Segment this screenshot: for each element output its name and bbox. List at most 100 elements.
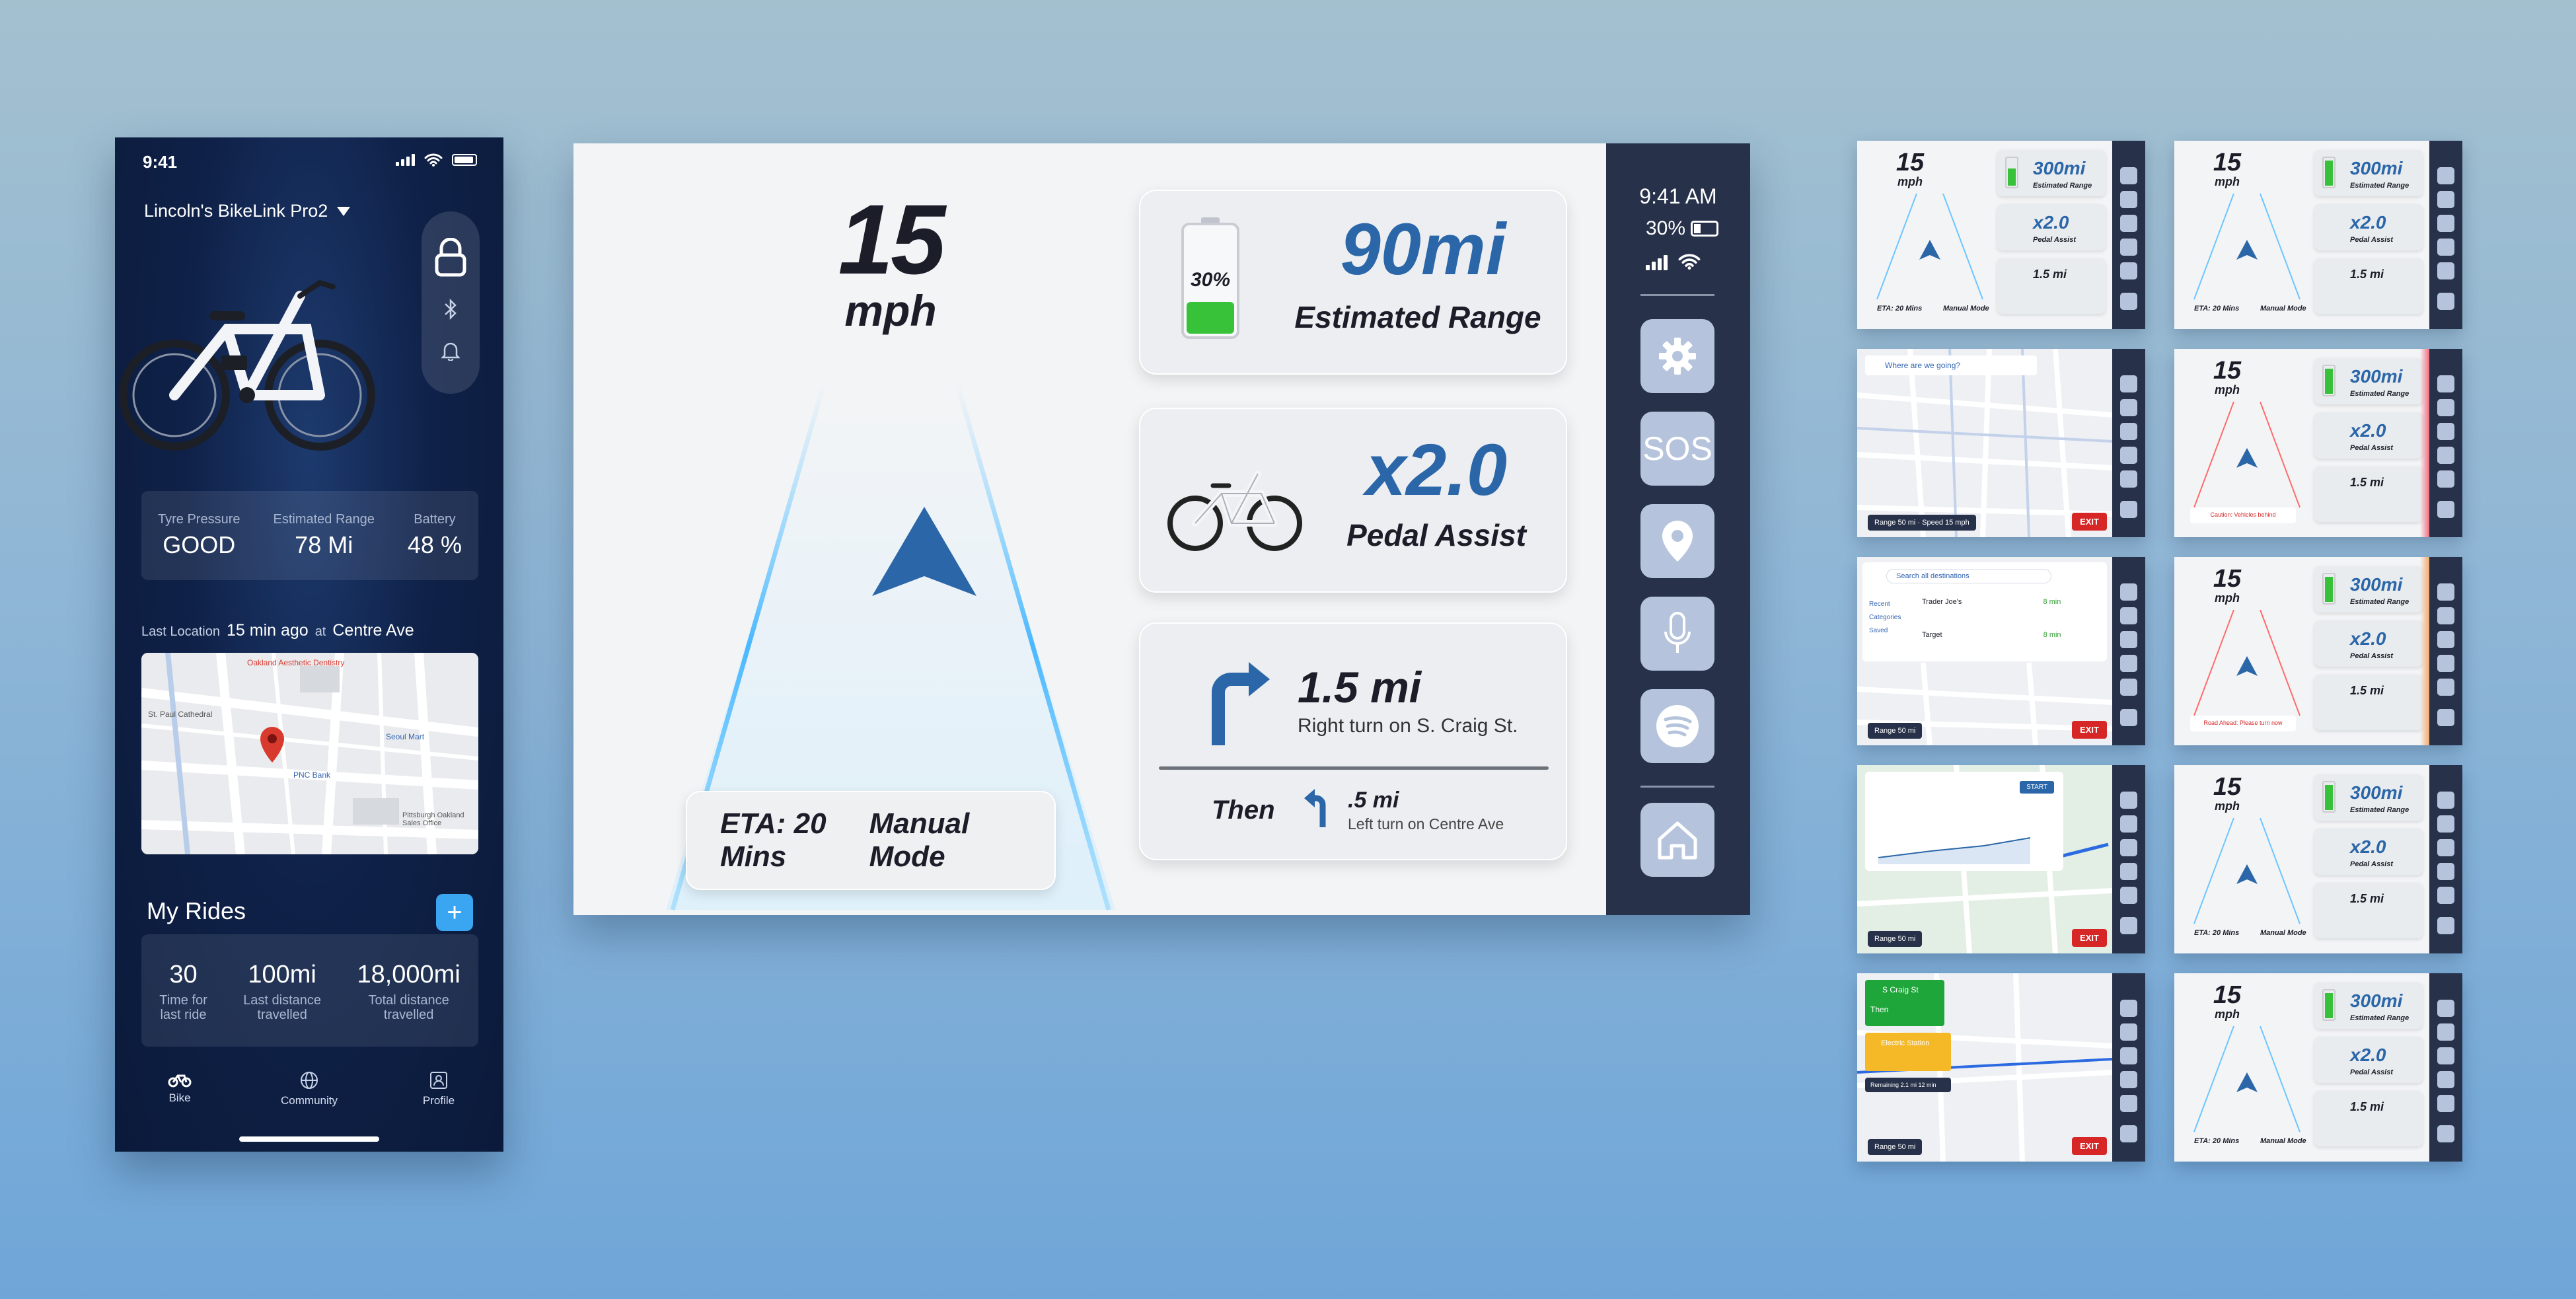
thumb-speed-pill: Speed 15 mph xyxy=(1922,519,1969,527)
thumb-turn-card: S Craig St Then xyxy=(1865,980,1944,1026)
elevation-chart xyxy=(1878,837,2031,864)
status-time: 9:41 xyxy=(143,152,178,172)
bell-icon[interactable] xyxy=(441,341,460,361)
bike-stats-card: Tyre Pressure GOOD Estimated Range 78 Mi B… xyxy=(141,491,478,580)
thumb-range-value: 300mi xyxy=(2350,782,2403,803)
location-map[interactable]: Oakland Aesthetic Dentistry St. Paul Cat… xyxy=(141,653,478,854)
screen-thumbnail[interactable]: 15 mph ETA: 20 Mins Manual Mode 300mi Esti… xyxy=(2174,973,2462,1162)
ride-label-line2: last ride xyxy=(160,1008,207,1022)
pedal-assist-card[interactable]: x2.0 Pedal Assist xyxy=(1139,408,1567,593)
tab-bar: Bike Community Profile xyxy=(115,1070,503,1107)
bike-selector[interactable]: Lincoln's BikeLink Pro2 xyxy=(144,201,351,221)
my-rides-title: My Rides xyxy=(147,897,246,924)
ride-label-line1: Time for xyxy=(159,993,207,1008)
thumb-assist-label: Pedal Assist xyxy=(2350,444,2394,452)
screen-thumbnail[interactable]: 15 mph Road Ahead: Please turn now 300mi E… xyxy=(2174,557,2462,745)
caret-down-icon xyxy=(337,206,351,216)
left-turn-arrow-icon xyxy=(1304,789,1326,827)
battery-gauge-icon xyxy=(2005,157,2018,188)
destination-eta: 8 min xyxy=(2043,631,2061,639)
next-distance: .5 mi xyxy=(1348,788,1399,813)
thumb-assist-card: x2.0 Pedal Assist xyxy=(1997,204,2106,250)
thumb-nav-distance: 1.5 mi xyxy=(2350,268,2384,281)
thumb-nav-card: 1.5 mi xyxy=(2314,883,2423,938)
sos-button[interactable]: SOS xyxy=(1640,412,1714,486)
thumb-assist-card: x2.0 Pedal Assist xyxy=(2314,620,2423,667)
screen-thumbnail[interactable]: 15 mph ETA: 20 Mins Manual Mode 300mi Esti… xyxy=(2174,141,2462,329)
category-item[interactable]: Categories xyxy=(1869,611,1901,624)
thumb-road-graphic xyxy=(1876,194,1983,300)
settings-button[interactable] xyxy=(1640,319,1714,393)
globe-icon xyxy=(301,1072,318,1089)
thumb-nav-distance: 1.5 mi xyxy=(2033,268,2067,281)
cellular-signal-icon xyxy=(396,154,415,166)
screen-thumbnail[interactable]: Where are we going? Range 50 mi · Speed … xyxy=(1857,349,2145,537)
tab-profile[interactable]: Profile xyxy=(392,1070,485,1107)
home-indicator xyxy=(239,1136,379,1142)
battery-percent: 30% xyxy=(1190,269,1231,291)
thumb-exit-button[interactable]: EXIT xyxy=(2072,1137,2107,1155)
screen-thumbnail[interactable]: S Craig St Then Electric Station Remainin… xyxy=(1857,973,2145,1162)
thumb-turn-by-turn-map: S Craig St Then Electric Station Remainin… xyxy=(1857,973,2113,1162)
microphone-icon xyxy=(1664,612,1691,653)
voice-button[interactable] xyxy=(1640,597,1714,671)
tab-community[interactable]: Community xyxy=(263,1070,355,1107)
bike-dashboard-screen: 15 mph ETA: 20 Mins Manual Mode 30% 90mi… xyxy=(573,143,1750,915)
screen-thumbnail[interactable]: Search all destinations Recent Categories… xyxy=(1857,557,2145,745)
thumb-exit-button[interactable]: EXIT xyxy=(2072,929,2107,947)
thumb-nav-distance: 1.5 mi xyxy=(2350,1100,2384,1113)
thumb-station-card[interactable]: Electric Station xyxy=(1865,1033,1951,1071)
destination-item[interactable]: Trader Joe's 8 min xyxy=(1922,598,2061,606)
thumb-assist-card: x2.0 Pedal Assist xyxy=(2314,829,2423,875)
thumb-nav-card: 1.5 mi xyxy=(1997,258,2106,314)
thumb-eta: ETA: 20 Mins xyxy=(2194,929,2240,937)
thumb-exit-button[interactable]: EXIT xyxy=(2072,721,2107,739)
thumb-dashboard: 15 mph ETA: 20 Mins Manual Mode 300mi Esti… xyxy=(2174,141,2429,329)
ride-label-line1: Last distance xyxy=(243,993,322,1008)
ride-label: Total distance travelled xyxy=(357,993,460,1022)
thumb-remaining: Remaining 2.1 mi 12 min xyxy=(1865,1078,1951,1092)
thumb-speed: 15 mph xyxy=(2194,566,2260,605)
thumb-speed-unit: mph xyxy=(2215,175,2240,188)
mobile-app-screen: 9:41 Lincoln's BikeLink Pro2 Tyre Pressu… xyxy=(115,137,503,1152)
thumb-assist-value: x2.0 xyxy=(2350,836,2386,857)
wifi-icon xyxy=(424,153,443,167)
ride-label: Last distance travelled xyxy=(243,993,321,1022)
turn-navigation-card[interactable]: 1.5 mi Right turn on S. Craig St. Then .… xyxy=(1139,622,1567,860)
thumb-road-graphic xyxy=(2193,1026,2300,1132)
music-button[interactable] xyxy=(1640,689,1714,763)
speed-readout: 15 mph xyxy=(772,190,1010,332)
thumb-dashboard: 15 mph Road Ahead: Please turn now 300mi E… xyxy=(2174,557,2429,745)
stat-range: Estimated Range 78 Mi xyxy=(273,512,374,559)
battery-icon xyxy=(452,154,477,166)
eta-mode-card[interactable]: ETA: 20 Mins Manual Mode xyxy=(686,791,1056,890)
screen-thumbnail[interactable]: 15 mph ETA: 20 Mins Manual Mode 300mi Esti… xyxy=(2174,765,2462,953)
thumb-exit-button[interactable]: EXIT xyxy=(2072,513,2107,531)
sidebar-battery: 30% xyxy=(1646,217,1719,240)
screen-thumbnail[interactable]: 15 mph ETA: 20 Mins Manual Mode 300mi Esti… xyxy=(1857,141,2145,329)
sidebar-time: 9:41 AM xyxy=(1639,184,1717,208)
screen-thumbnail[interactable]: START Range 50 mi EXIT xyxy=(1857,765,2145,953)
home-button[interactable] xyxy=(1640,803,1714,877)
last-location-prefix: Last Location xyxy=(141,624,220,639)
last-location-place: Centre Ave xyxy=(332,621,414,640)
thumb-search-input[interactable]: Where are we going? xyxy=(1865,355,2037,375)
thumb-range-value: 300mi xyxy=(2350,366,2403,387)
tab-bike[interactable]: Bike xyxy=(133,1070,226,1107)
thumb-nav-card: 1.5 mi xyxy=(2314,1091,2423,1146)
add-ride-button[interactable]: + xyxy=(436,894,473,931)
thumb-nav-card: 1.5 mi xyxy=(2314,675,2423,730)
thumb-range-card: 300mi Estimated Range xyxy=(2314,983,2423,1029)
destination-item[interactable]: Target 8 min xyxy=(1922,631,2061,639)
thumb-speed-value: 15 xyxy=(2213,981,2242,1009)
destination-name: Target xyxy=(1922,631,1942,639)
lock-icon[interactable] xyxy=(433,238,468,278)
category-item[interactable]: Recent xyxy=(1869,598,1901,611)
destination-search-input[interactable]: Search all destinations xyxy=(1886,569,2051,583)
start-button[interactable]: START xyxy=(2020,781,2054,794)
location-button[interactable] xyxy=(1640,504,1714,578)
screen-thumbnail[interactable]: 15 mph Caution: Vehicles behind 300mi Esti… xyxy=(2174,349,2462,537)
bluetooth-icon[interactable] xyxy=(443,297,458,321)
ride-stat: 30 Time for last ride xyxy=(159,961,207,1047)
category-item[interactable]: Saved xyxy=(1869,624,1901,638)
